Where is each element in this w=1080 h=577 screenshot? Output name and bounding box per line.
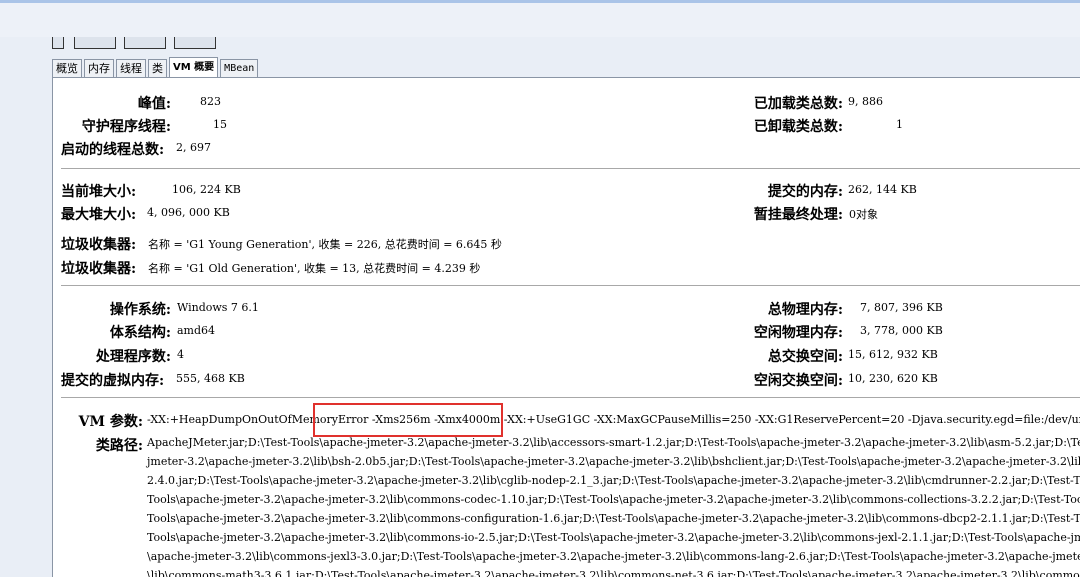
loaded-classes-value: 9, 886: [848, 95, 883, 108]
tab-classes[interactable]: 类: [148, 59, 167, 77]
free-swap-label: 空闲交换空间:: [753, 373, 843, 389]
total-physical-memory-label: 总物理内存:: [767, 302, 843, 318]
max-heap-value: 4, 096, 000 KB: [147, 206, 230, 219]
current-heap-value: 106, 224 KB: [172, 183, 241, 196]
max-heap-label: 最大堆大小:: [61, 207, 137, 223]
tab-memory[interactable]: 内存: [84, 59, 114, 77]
processors-label: 处理程序数:: [95, 349, 171, 365]
total-swap-label: 总交换空间:: [767, 349, 843, 365]
free-swap-value: 10, 230, 620 KB: [848, 372, 938, 385]
section-divider: [61, 397, 1080, 398]
classpath-line: \lib\commons-math3-3.6.1.jar;D:\Test-Too…: [147, 569, 1080, 577]
tab-vm-summary[interactable]: VM 概要: [169, 57, 219, 77]
unloaded-classes-value: 1: [896, 118, 903, 131]
os-value: Windows 7 6.1: [177, 301, 259, 314]
section-divider: [61, 168, 1080, 169]
clipped-row-left: [73, 78, 163, 81]
committed-vmem-value: 555, 468 KB: [176, 372, 245, 385]
tab-overview[interactable]: 概览: [52, 59, 82, 77]
current-heap-label: 当前堆大小:: [61, 184, 137, 200]
classpath-line: ApacheJMeter.jar;D:\Test-Tools\apache-jm…: [147, 436, 1080, 449]
classpath-line: \apache-jmeter-3.2\lib\commons-jexl3-3.0…: [147, 550, 1080, 563]
architecture-label: 体系结构:: [109, 325, 171, 341]
toolbar-icon[interactable]: [74, 37, 116, 49]
architecture-value: amd64: [177, 324, 216, 337]
committed-vmem-label: 提交的虚拟内存:: [61, 373, 165, 389]
daemon-threads-label: 守护程序线程:: [81, 119, 171, 135]
processors-value: 4: [177, 348, 184, 361]
window-header-strip: [0, 3, 1080, 37]
unloaded-classes-label: 已卸载类总数:: [753, 119, 843, 135]
total-physical-memory-value: 7, 807, 396 KB: [860, 301, 943, 314]
tab-bar: 概览 内存 线程 类 VM 概要 MBean: [52, 57, 260, 77]
pending-finalization-value: 0对象: [849, 208, 878, 221]
total-started-threads-label: 启动的线程总数:: [61, 142, 165, 158]
total-swap-value: 15, 612, 932 KB: [848, 348, 938, 361]
gc-old-value: 名称 = 'G1 Old Generation', 收集 = 13, 总花费时间…: [148, 262, 481, 275]
classpath-line: Tools\apache-jmeter-3.2\apache-jmeter-3.…: [147, 531, 1080, 544]
tab-threads[interactable]: 线程: [116, 59, 146, 77]
gc-young-label: 垃圾收集器:: [61, 237, 137, 253]
toolbar-icon[interactable]: [52, 37, 64, 49]
toolbar-partial: [52, 37, 232, 49]
committed-memory-value: 262, 144 KB: [848, 183, 917, 196]
peak-threads-label: 峰值:: [137, 96, 171, 112]
vm-args-value[interactable]: -XX:+HeapDumpOnOutOfMemoryError -Xms256m…: [147, 413, 1080, 426]
classpath-line: 2.4.0.jar;D:\Test-Tools\apache-jmeter-3.…: [147, 474, 1080, 487]
free-physical-memory-value: 3, 778, 000 KB: [860, 324, 943, 337]
toolbar-icon[interactable]: [174, 37, 216, 49]
os-label: 操作系统:: [109, 302, 171, 318]
section-divider: [61, 285, 1080, 286]
classpath-label: 类路径:: [95, 438, 143, 454]
classpath-line: Tools\apache-jmeter-3.2\apache-jmeter-3.…: [147, 512, 1080, 525]
gc-young-value: 名称 = 'G1 Young Generation', 收集 = 226, 总花…: [148, 238, 502, 251]
gc-old-label: 垃圾收集器:: [61, 261, 137, 277]
committed-memory-label: 提交的内存:: [767, 184, 843, 200]
vm-summary-panel: 峰值: 823 守护程序线程: 15 启动的线程总数: 2, 697 已加载类总…: [52, 77, 1080, 577]
highlight-box: [313, 403, 503, 437]
total-started-threads-value: 2, 697: [176, 141, 211, 154]
free-physical-memory-label: 空闲物理内存:: [753, 325, 843, 341]
loaded-classes-label: 已加载类总数:: [753, 96, 843, 112]
classpath-line: Tools\apache-jmeter-3.2\apache-jmeter-3.…: [147, 493, 1080, 506]
peak-threads-value: 823: [200, 95, 221, 108]
tab-mbean[interactable]: MBean: [220, 59, 259, 77]
pending-finalization-label: 暂挂最终处理:: [753, 207, 843, 223]
daemon-threads-value: 15: [213, 118, 227, 131]
vm-args-label: VM 参数:: [78, 414, 143, 430]
classpath-line: jmeter-3.2\apache-jmeter-3.2\lib\bsh-2.0…: [147, 455, 1080, 468]
toolbar-icon[interactable]: [124, 37, 166, 49]
